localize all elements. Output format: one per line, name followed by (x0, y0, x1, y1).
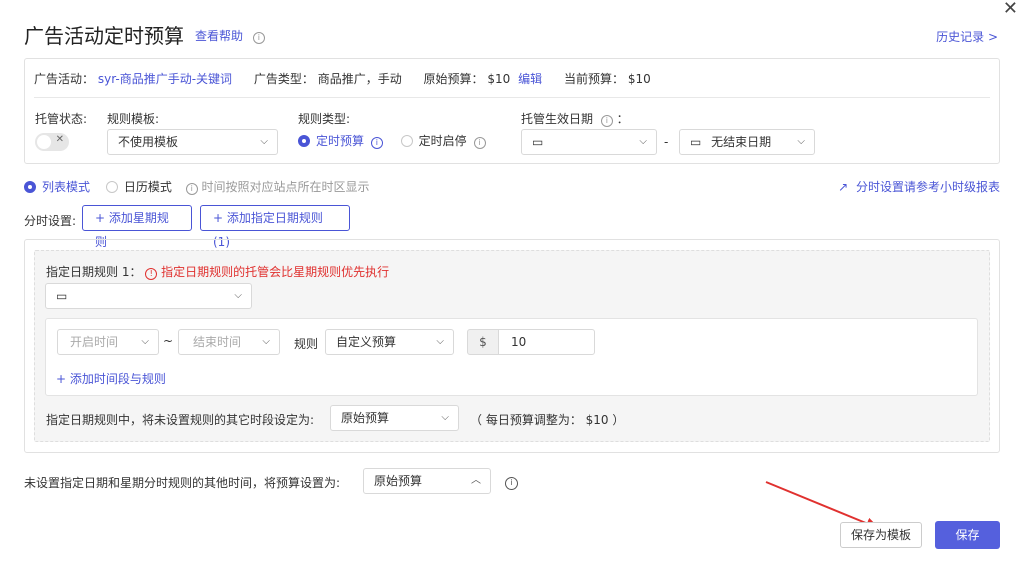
rule-template-label: 规则模板: (107, 112, 160, 126)
effective-date-label: 托管生效日期 i ： (521, 112, 629, 127)
history-link[interactable]: 历史记录 > (936, 28, 998, 45)
rule-type-option-timed-budget[interactable]: 定时预算 i (298, 134, 387, 149)
start-date-select[interactable]: ▭ ⌵ (521, 129, 657, 155)
trend-icon: ↗ (838, 180, 849, 194)
calendar-mode-option[interactable]: 日历模式 (105, 180, 172, 194)
rule-template-select[interactable]: 不使用模板 ⌵ (107, 129, 278, 155)
other-time-budget-select[interactable]: 原始预算 ︿ (363, 468, 491, 494)
rule-type-radio-group: 定时预算 i 定时启停 i (298, 132, 486, 149)
chevron-down-icon: ⌵ (436, 336, 444, 347)
currency-prefix: $ (467, 329, 499, 355)
managed-status-toggle[interactable]: ✕ (35, 133, 69, 151)
calendar-icon: ▭ (532, 135, 544, 149)
calendar-icon: ▭ (56, 289, 68, 303)
rule-type-label: 规则类型: (298, 112, 351, 126)
toggle-knob (37, 135, 51, 149)
plus-icon: + (56, 372, 67, 386)
page-title: 广告活动定时预算 (24, 24, 184, 48)
mode-radio-group: 列表模式 日历模式 i 时间按照对应站点所在时区显示 (24, 178, 370, 195)
add-time-slot-link[interactable]: + 添加时间段与规则 (56, 370, 166, 387)
campaign-name-link[interactable]: syr-商品推广手动-关键词 (98, 72, 232, 86)
hourly-report-link[interactable]: ↗ 分时设置请参考小时级报表 (838, 178, 1000, 195)
chevron-down-icon: ⌵ (441, 412, 449, 423)
daily-budget-note: （ 每日预算调整为： $10 ） (470, 413, 625, 427)
info-icon: i (370, 137, 383, 149)
rule-label: 规则 (294, 337, 319, 351)
other-time-budget-label: 未设置指定日期和星期分时规则的其他时间，将预算设置为: (24, 476, 341, 490)
add-date-rule-button[interactable]: + 添加指定日期规则 (1) (200, 205, 350, 249)
info-icon[interactable]: i (505, 474, 518, 490)
close-icon: ✕ (55, 134, 64, 145)
chevron-down-icon: ⌵ (797, 136, 805, 147)
close-icon[interactable]: ✕ (1003, 0, 1018, 19)
radio-unselected[interactable] (400, 135, 413, 147)
rule-select[interactable]: 自定义预算 ⌵ (325, 329, 454, 355)
edit-budget-link[interactable]: 编辑 (518, 72, 542, 86)
budget-amount-input[interactable]: 10 (498, 329, 595, 355)
save-as-template-button[interactable]: 保存为模板 (840, 522, 922, 548)
info-icon: i (252, 32, 265, 44)
chevron-down-icon: ⌵ (141, 336, 149, 347)
radio-selected[interactable] (298, 135, 310, 147)
help-link[interactable]: 查看帮助 i (195, 27, 265, 44)
info-icon: i (185, 183, 198, 195)
other-time-select[interactable]: 原始预算 ⌵ (330, 405, 459, 431)
end-date-select[interactable]: ▭ 无结束日期 ⌵ (679, 129, 815, 155)
plus-icon: + (95, 211, 106, 225)
rule-type-option-timed-switch[interactable]: 定时启停 i (400, 134, 486, 149)
list-mode-option[interactable]: 列表模式 (24, 180, 90, 194)
chevron-up-icon: ︿ (471, 475, 481, 486)
warning-icon: ! (145, 268, 158, 280)
managed-status-label: 托管状态: (35, 112, 88, 126)
end-time-select[interactable]: 结束时间 ⌵ (178, 329, 280, 355)
plus-icon: + (213, 211, 224, 225)
start-time-select[interactable]: 开启时间 ⌵ (57, 329, 159, 355)
chevron-down-icon: ⌵ (234, 290, 242, 301)
chevron-down-icon: ⌵ (260, 136, 268, 147)
add-week-rule-button[interactable]: + 添加星期规则 (82, 205, 192, 249)
calendar-icon: ▭ (690, 135, 702, 149)
info-icon: i (600, 115, 613, 127)
warning-message: ! 指定日期规则的托管会比星期规则优先执行 (145, 265, 389, 280)
campaign-info-row: 广告活动： syr-商品推广手动-关键词 广告类型： 商品推广，手动 原始预算：… (34, 72, 651, 86)
chevron-down-icon: ⌵ (639, 136, 647, 147)
info-icon: i (473, 137, 486, 149)
chevron-down-icon: ⌵ (262, 336, 270, 347)
divider (34, 97, 990, 98)
save-button[interactable]: 保存 (935, 521, 1000, 549)
rule-date-select[interactable]: ▭ ⌵ (45, 283, 252, 309)
timezone-note: i 时间按照对应站点所在时区显示 (185, 180, 370, 195)
date-rule-title: 指定日期规则 1： ! 指定日期规则的托管会比星期规则优先执行 (46, 265, 390, 280)
other-time-label: 指定日期规则中，将未设置规则的其它时段设定为: (46, 413, 315, 427)
period-setting-label: 分时设置: (24, 214, 77, 228)
